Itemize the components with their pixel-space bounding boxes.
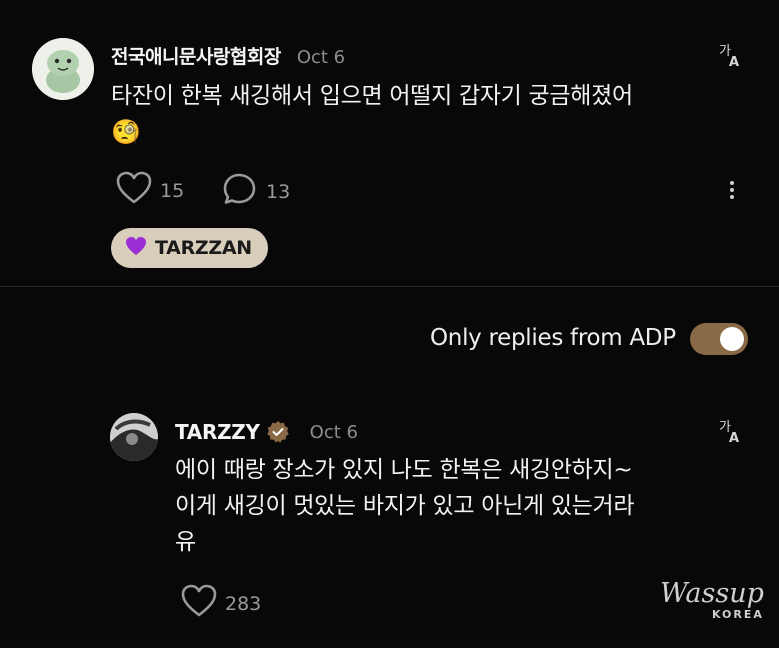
- tag-chip[interactable]: TARZZAN: [111, 228, 268, 268]
- reply-like-action[interactable]: 283: [181, 584, 261, 623]
- post-author-avatar[interactable]: [32, 38, 94, 100]
- post-username[interactable]: 전국애니문사랑협회장: [111, 42, 281, 69]
- section-divider: [0, 286, 779, 287]
- like-action[interactable]: 15: [116, 171, 184, 210]
- more-options-icon[interactable]: [730, 178, 736, 202]
- comment-action[interactable]: 13: [222, 172, 290, 211]
- filter-label: Only replies from ADP: [430, 325, 676, 351]
- reply-translate-icon[interactable]: 가 A: [718, 418, 744, 446]
- watermark-brand: Wassup: [660, 578, 764, 609]
- svg-text:A: A: [729, 431, 739, 444]
- heart-icon[interactable]: [116, 171, 152, 210]
- like-count: 15: [160, 179, 185, 202]
- reply-like-count: 283: [225, 592, 262, 615]
- reply-text: 에이 때랑 장소가 있지 나도 한복은 새깅안하지~ 이게 새깅이 멋있는 바지…: [175, 452, 735, 560]
- comment-count: 13: [266, 180, 291, 203]
- comment-icon[interactable]: [222, 172, 258, 211]
- tag-label: TARZZAN: [155, 237, 252, 259]
- adp-replies-toggle[interactable]: [690, 323, 748, 355]
- watermark-sub: KOREA: [712, 608, 764, 621]
- heart-icon[interactable]: [181, 584, 217, 623]
- reply-text-line: 유: [175, 529, 196, 555]
- post-date: Oct 6: [296, 47, 346, 68]
- monocle-emoji: 🧐: [111, 118, 141, 146]
- watermark-logo: Wassup KOREA: [660, 580, 764, 622]
- reply-text-line: 에이 때랑 장소가 있지 나도 한복은 새깅안하지~: [175, 457, 633, 483]
- post-text: 타잔이 한복 새깅해서 입으면 어떨지 갑자기 궁금해졌어: [111, 83, 633, 109]
- reply-username[interactable]: TARZZY: [175, 420, 260, 444]
- verified-badge-icon: [266, 420, 290, 444]
- svg-text:A: A: [729, 55, 739, 68]
- reply-author-avatar[interactable]: [110, 413, 158, 461]
- reply-text-line: 이게 새깅이 멋있는 바지가 있고 아닌게 있는거라: [175, 493, 635, 519]
- purple-heart-icon: [125, 236, 147, 261]
- toggle-knob: [720, 327, 744, 351]
- translate-icon[interactable]: 가 A: [718, 42, 744, 70]
- reply-date: Oct 6: [309, 421, 358, 443]
